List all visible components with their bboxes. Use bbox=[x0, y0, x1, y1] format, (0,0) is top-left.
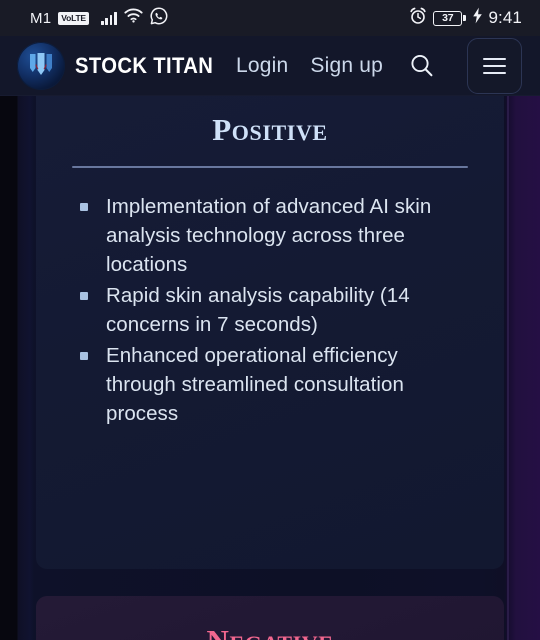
list-item: Implementation of advanced AI skin analy… bbox=[80, 192, 470, 279]
negative-card-title: Negative bbox=[36, 623, 504, 640]
search-icon[interactable] bbox=[405, 49, 439, 83]
status-bar-right: 37 9:41 bbox=[409, 7, 522, 30]
list-item: Enhanced operational efficiency through … bbox=[80, 341, 470, 428]
site-header: STOCK TITAN Login Sign up bbox=[0, 36, 540, 96]
stock-titan-logo-icon[interactable] bbox=[17, 41, 65, 90]
page-content: Positive Implementation of advanced AI s… bbox=[0, 96, 540, 640]
hamburger-menu-icon[interactable] bbox=[467, 37, 522, 94]
positive-card: Positive Implementation of advanced AI s… bbox=[36, 96, 504, 569]
lightning-bolt-icon bbox=[472, 7, 483, 29]
brand-name: STOCK TITAN bbox=[75, 52, 214, 78]
clock-label: 9:41 bbox=[488, 8, 522, 27]
positive-bullet-list: Implementation of advanced AI skin analy… bbox=[36, 192, 504, 428]
battery-indicator: 37 bbox=[433, 10, 466, 26]
alarm-clock-icon bbox=[409, 7, 427, 30]
signal-bars-icon bbox=[100, 11, 117, 25]
header-nav: Login Sign up bbox=[236, 37, 522, 94]
status-bar-left: M1 VoLTE bbox=[30, 7, 168, 30]
positive-card-title: Positive bbox=[212, 112, 328, 147]
whatsapp-icon bbox=[150, 7, 168, 30]
negative-card: Negative None. bbox=[36, 596, 504, 640]
signup-link[interactable]: Sign up bbox=[310, 54, 383, 78]
status-bar: M1 VoLTE 37 9:41 bbox=[0, 0, 540, 36]
list-item: Rapid skin analysis capability (14 conce… bbox=[80, 281, 470, 339]
positive-card-divider bbox=[72, 166, 468, 168]
carrier-label: M1 bbox=[30, 9, 52, 27]
app-screen: Positive Implementation of advanced AI s… bbox=[0, 0, 540, 640]
battery-level-label: 37 bbox=[433, 10, 463, 26]
battery-cap bbox=[463, 15, 466, 21]
volte-badge: VoLTE bbox=[58, 11, 89, 25]
wifi-icon bbox=[124, 8, 143, 28]
login-link[interactable]: Login bbox=[236, 54, 288, 78]
